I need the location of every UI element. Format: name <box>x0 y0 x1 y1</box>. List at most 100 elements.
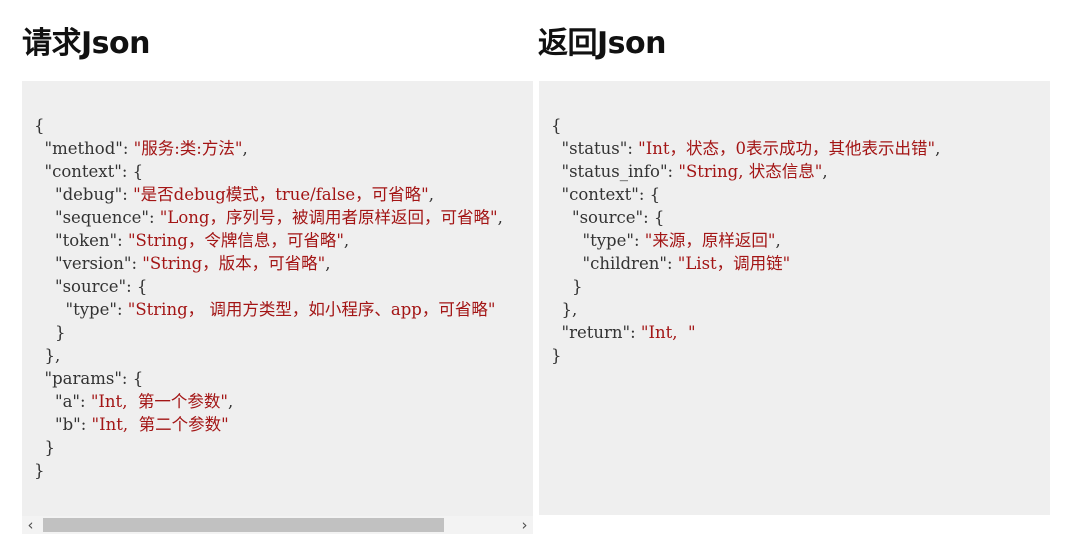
response-code-line: "context": { <box>551 183 940 206</box>
scrollbar-thumb[interactable] <box>43 518 444 532</box>
json-punctuation: { <box>34 116 45 135</box>
json-punctuation: , <box>497 208 503 227</box>
json-key: "b" <box>54 415 81 434</box>
request-code-line: "source": { <box>34 275 503 298</box>
json-punctuation: : <box>627 139 639 158</box>
json-punctuation: , <box>428 185 434 204</box>
response-json-code-panel: { "status": "Int，状态，0表示成功，其他表示出错", "stat… <box>539 81 1050 515</box>
scroll-left-arrow-icon[interactable]: ‹ <box>22 516 39 534</box>
request-code-line: "params": { <box>34 367 503 390</box>
json-punctuation: } <box>34 461 45 480</box>
json-key: "token" <box>54 231 118 250</box>
json-punctuation: } <box>34 323 66 342</box>
json-string-value: "Int，状态，0表示成功，其他表示出错" <box>638 139 936 158</box>
json-punctuation: : { <box>121 162 144 181</box>
response-code-line: "status": "Int，状态，0表示成功，其他表示出错", <box>551 137 941 160</box>
json-key: "context" <box>561 185 639 204</box>
json-key: "children" <box>582 254 667 273</box>
json-punctuation: : <box>148 208 160 227</box>
json-punctuation: : <box>80 392 91 411</box>
request-code-line: "type": "String， 调用方类型，如小程序、app，可省略" <box>34 298 503 321</box>
json-punctuation: } <box>34 438 55 457</box>
json-punctuation <box>34 254 55 273</box>
json-punctuation <box>34 369 45 388</box>
response-code-line: } <box>551 344 940 367</box>
request-code-line: }, <box>34 344 503 367</box>
response-code-line: "type": "来源，原样返回", <box>551 229 940 252</box>
response-code-line: { <box>551 114 940 137</box>
request-code-line: "version": "String，版本，可省略", <box>34 252 503 275</box>
horizontal-scrollbar[interactable]: ‹ › <box>22 516 533 534</box>
request-code-line: } <box>34 321 503 344</box>
json-string-value: "String， 调用方类型，如小程序、app，可省略" <box>127 300 496 319</box>
json-punctuation: , <box>228 392 234 411</box>
json-punctuation: : <box>80 415 92 434</box>
json-key: "status_info" <box>561 162 668 181</box>
json-punctuation <box>551 162 562 181</box>
json-punctuation: }, <box>34 346 61 365</box>
json-punctuation: : <box>122 185 134 204</box>
json-punctuation: , <box>775 231 781 250</box>
json-punctuation <box>551 231 582 250</box>
json-punctuation: : <box>122 139 134 158</box>
response-json-heading: 返回Json <box>538 26 667 61</box>
json-key: "debug" <box>54 185 123 204</box>
json-string-value: "Long，序列号，被调用者原样返回，可省略" <box>159 208 498 227</box>
json-string-value: "Int, 第一个参数" <box>90 392 229 411</box>
json-string-value: "是否debug模式，true/false，可省略" <box>133 185 429 204</box>
json-punctuation: : { <box>643 208 665 227</box>
request-json-heading: 请求Json <box>22 26 151 61</box>
json-string-value: "String，版本，可省略" <box>142 254 326 273</box>
json-key: "params" <box>44 369 122 388</box>
request-code-line: "token": "String，令牌信息，可省略", <box>34 229 503 252</box>
json-key: "context" <box>44 162 122 181</box>
request-code-line: } <box>34 436 503 459</box>
response-code-line: "return": "Int, " <box>551 321 940 344</box>
json-punctuation: , <box>935 139 941 158</box>
request-code-line: "b": "Int, 第二个参数" <box>34 413 503 436</box>
response-code-line: "children": "List，调用链" <box>551 252 940 275</box>
json-key: "version" <box>54 254 132 273</box>
json-punctuation <box>34 139 45 158</box>
request-code-line: "method": "服务:类:方法", <box>34 137 503 160</box>
json-punctuation: } <box>551 277 583 296</box>
json-string-value: "Int, 第二个参数" <box>91 415 229 434</box>
json-key: "status" <box>561 139 628 158</box>
json-string-value: "String, 状态信息" <box>678 162 823 181</box>
request-code-line: { <box>34 114 503 137</box>
json-punctuation: , <box>822 162 828 181</box>
json-punctuation: : <box>666 254 678 273</box>
json-key: "source" <box>54 277 127 296</box>
response-code-line: "source": { <box>551 206 940 229</box>
json-punctuation <box>34 185 55 204</box>
json-punctuation: , <box>325 254 331 273</box>
json-punctuation <box>34 392 55 411</box>
json-punctuation: { <box>551 116 562 135</box>
json-key: "return" <box>561 323 631 342</box>
request-code-line: "context": { <box>34 160 503 183</box>
json-string-value: "来源，原样返回" <box>644 231 776 250</box>
json-punctuation: : { <box>121 369 144 388</box>
json-punctuation <box>551 254 582 273</box>
json-key: "a" <box>54 392 81 411</box>
json-punctuation <box>34 277 55 296</box>
response-json-code: { "status": "Int，状态，0表示成功，其他表示出错", "stat… <box>551 114 940 367</box>
scroll-right-arrow-icon[interactable]: › <box>516 516 533 534</box>
json-punctuation <box>34 208 55 227</box>
json-punctuation: : { <box>638 185 661 204</box>
json-punctuation <box>34 300 65 319</box>
json-punctuation <box>34 415 55 434</box>
json-punctuation: : <box>131 254 143 273</box>
response-code-line: "status_info": "String, 状态信息", <box>551 160 940 183</box>
json-string-value: "服务:类:方法" <box>133 139 243 158</box>
json-key: "method" <box>44 139 123 158</box>
json-punctuation: } <box>551 346 562 365</box>
json-key: "type" <box>582 231 634 250</box>
response-code-line: }, <box>551 298 940 321</box>
json-string-value: "List，调用链" <box>677 254 791 273</box>
json-punctuation <box>551 323 562 342</box>
json-punctuation: : <box>630 323 641 342</box>
request-code-line: "sequence": "Long，序列号，被调用者原样返回，可省略", <box>34 206 503 229</box>
request-json-code-panel[interactable]: { "method": "服务:类:方法", "context": { "deb… <box>22 81 533 516</box>
json-punctuation <box>551 185 562 204</box>
